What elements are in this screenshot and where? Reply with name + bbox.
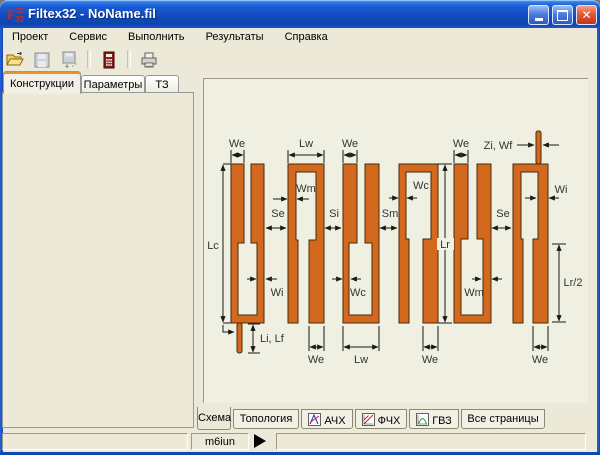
input-feed-line <box>237 323 242 353</box>
resonators <box>231 131 548 353</box>
constructions-panel <box>2 92 194 428</box>
maximize-icon <box>557 10 568 21</box>
dim-we-label: We <box>422 354 438 366</box>
open-file-button[interactable] <box>3 48 27 71</box>
minimize-button[interactable] <box>528 5 549 25</box>
tab-parameters-label: Параметры <box>84 79 143 91</box>
menu-item-run[interactable]: Выполнить <box>119 28 193 46</box>
svg-text:F: F <box>7 7 15 22</box>
status-cell-right <box>276 433 586 450</box>
toolbar <box>3 47 597 72</box>
dim-lc-label: Lc <box>207 240 219 252</box>
status-cell-left <box>2 433 188 450</box>
dim-se-label: Se <box>271 208 284 220</box>
output-feed-line <box>536 131 541 164</box>
tab-schema-label: Схема <box>198 412 231 424</box>
group-delay-chart-icon <box>416 413 429 426</box>
dim-lw-label: Lw <box>299 138 313 150</box>
dim-wi-label: Wi <box>555 184 568 196</box>
next-arrow-button[interactable] <box>254 434 266 448</box>
dim-zi-wf-label: Zi, Wf <box>484 140 514 152</box>
dim-lr-label: Lr <box>440 239 450 251</box>
tab-pfc[interactable]: ФЧХ <box>355 409 407 429</box>
dim-lw-label: Lw <box>354 354 368 366</box>
calculate-button[interactable] <box>97 48 121 71</box>
menu-item-service[interactable]: Сервис <box>60 28 116 46</box>
tab-gvz-label: ГВЗ <box>432 415 452 427</box>
dim-wm-label: Wm <box>464 287 484 299</box>
menu-bar: Проект Сервис Выполнить Результаты Справ… <box>3 28 597 47</box>
status-current-construction: m6iun <box>191 433 249 450</box>
tab-tz[interactable]: ТЗ <box>145 75 179 93</box>
tab-gvz[interactable]: ГВЗ <box>409 409 459 429</box>
dim-we-label: We <box>342 138 358 150</box>
save-floppy-icon <box>32 50 52 70</box>
schema-page: We Lw We We Zi, Wf Wm Wc Wi Se Si Sm Se … <box>203 78 588 403</box>
tab-tz-label: ТЗ <box>155 79 168 91</box>
dim-lr-half-label: Lr/2 <box>564 277 583 289</box>
calculator-icon <box>99 50 119 70</box>
save-as-icon <box>59 50 79 70</box>
dim-si-label: Si <box>329 208 339 220</box>
tab-afc[interactable]: АЧХ <box>301 409 353 429</box>
afc-chart-icon <box>308 413 321 426</box>
save-button[interactable] <box>30 48 54 71</box>
dim-we-label: We <box>532 354 548 366</box>
dim-we-label: We <box>308 354 324 366</box>
dim-wc-label: Wc <box>413 180 429 192</box>
dim-wm-label: Wm <box>296 183 316 195</box>
open-folder-icon <box>5 50 25 70</box>
pfc-chart-icon <box>362 413 375 426</box>
dim-wc-label: Wc <box>350 287 366 299</box>
dim-wi-label: Wi <box>271 287 284 299</box>
tab-pfc-label: ФЧХ <box>378 415 401 427</box>
toolbar-separator <box>127 50 131 68</box>
dim-we-label: We <box>453 138 469 150</box>
save-as-button[interactable] <box>57 48 81 71</box>
window-title: Filtex32 - NoName.fil <box>28 6 156 21</box>
menu-item-results[interactable]: Результаты <box>197 28 273 46</box>
close-button[interactable]: ✕ <box>576 5 597 25</box>
menu-item-help[interactable]: Справка <box>276 28 337 46</box>
title-bar[interactable]: F 32 Filtex32 - NoName.fil ✕ <box>0 0 600 28</box>
menu-item-project[interactable]: Проект <box>3 28 57 46</box>
dim-se-label: Se <box>496 208 509 220</box>
tab-afc-label: АЧХ <box>324 415 345 427</box>
printer-icon <box>139 50 159 70</box>
dim-we-label: We <box>229 138 245 150</box>
dim-li-lf-label: Li, Lf <box>260 333 285 345</box>
tab-all-pages[interactable]: Все страницы <box>461 409 545 429</box>
tab-all-pages-label: Все страницы <box>467 413 538 425</box>
tab-topology-label: Топология <box>240 413 293 425</box>
close-icon: ✕ <box>581 9 591 21</box>
tab-schema[interactable]: Схема <box>197 407 231 430</box>
tab-constructions[interactable]: Конструкции <box>3 71 81 94</box>
print-button[interactable] <box>137 48 161 71</box>
tab-topology[interactable]: Топология <box>233 409 299 429</box>
maximize-button[interactable] <box>552 5 573 25</box>
app-window: F 32 Filtex32 - NoName.fil ✕ Проект Серв… <box>0 0 600 455</box>
minimize-icon <box>535 18 543 21</box>
dim-sm-label: Sm <box>382 208 399 220</box>
tab-constructions-label: Конструкции <box>10 78 74 90</box>
app-icon: F 32 <box>7 6 24 23</box>
schematic-diagram: We Lw We We Zi, Wf Wm Wc Wi Se Si Sm Se … <box>204 79 589 404</box>
tab-parameters[interactable]: Параметры <box>81 75 145 93</box>
svg-text:32: 32 <box>15 15 24 23</box>
toolbar-separator <box>87 50 91 68</box>
